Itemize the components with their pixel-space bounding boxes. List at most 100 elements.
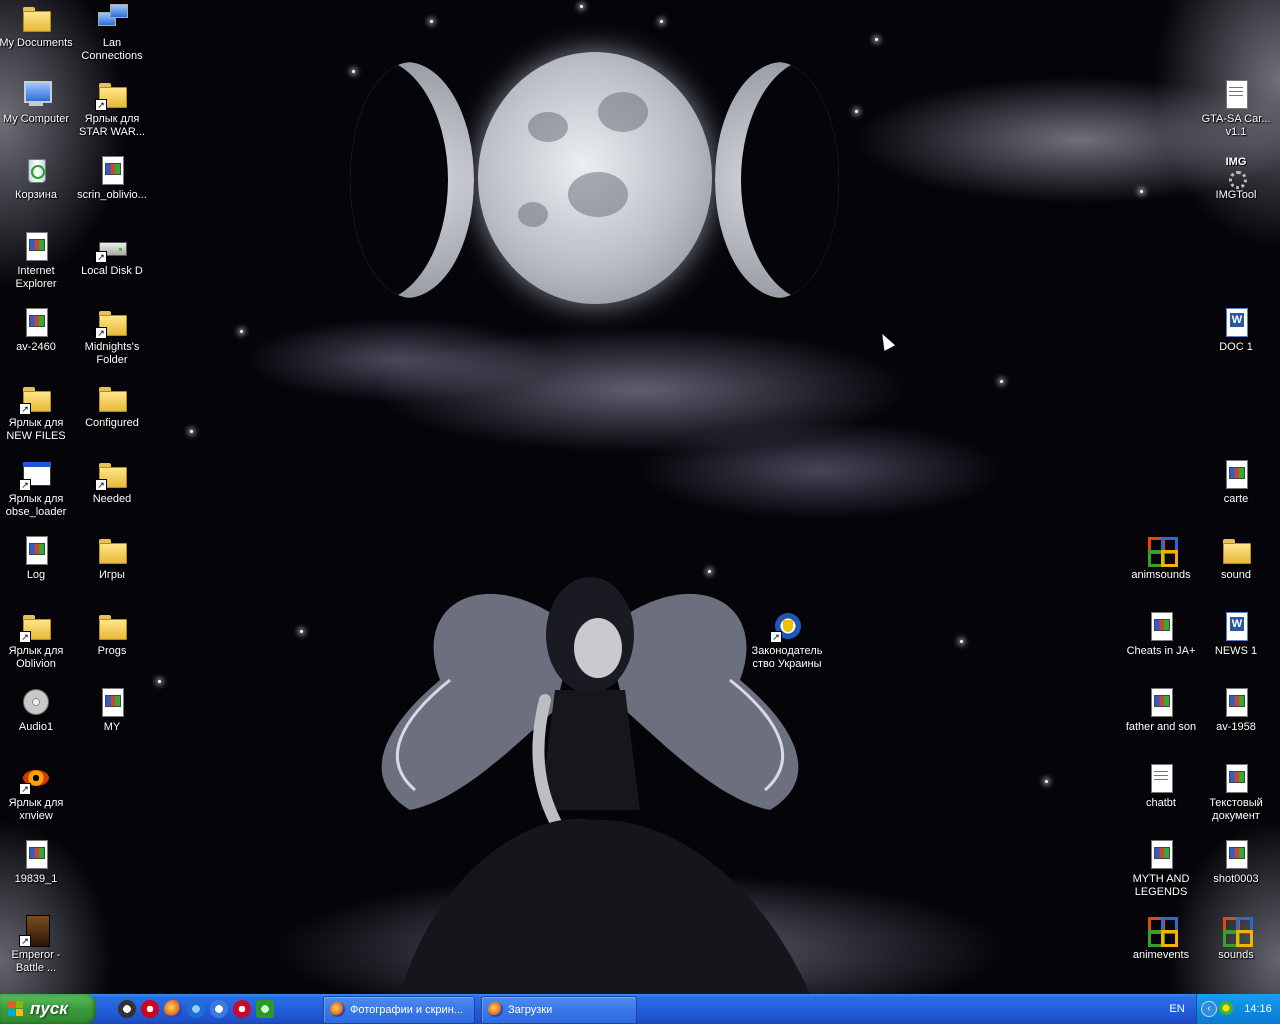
moon-crater: [568, 172, 628, 217]
icon-label: Игры: [99, 569, 125, 581]
opera-icon[interactable]: [141, 1000, 159, 1018]
icon-label: DOC 1: [1219, 341, 1253, 353]
folder-icon: [20, 2, 52, 34]
desktop-icon-local-disk-d[interactable]: ↗ Local Disk D: [75, 230, 149, 278]
folder-shortcut-icon: ↗: [95, 458, 128, 491]
office-document-icon: [1145, 914, 1178, 947]
firefox-icon: [488, 1002, 503, 1017]
star: [300, 630, 303, 633]
icon-label: sound: [1221, 569, 1251, 581]
icon-label: sounds: [1218, 949, 1254, 961]
language-indicator[interactable]: EN: [1162, 994, 1192, 1024]
icon-label: Ярлык для NEW FILES: [6, 417, 66, 442]
star: [855, 110, 858, 113]
xnview-icon: ↗: [19, 762, 52, 795]
desktop-icon-xnview-shortcut[interactable]: ↗ Ярлык для xnview: [0, 762, 73, 823]
desktop-icon-log[interactable]: Log: [0, 534, 73, 582]
show-hidden-icons-button[interactable]: ‹: [1201, 1001, 1217, 1017]
desktop-icon-av-2460[interactable]: av-2460: [0, 306, 73, 354]
desktop-icon-cheats-in-ja[interactable]: Cheats in JA+: [1124, 610, 1198, 658]
desktop-icon-sounds[interactable]: sounds: [1199, 914, 1273, 962]
desktop-icon-animevents[interactable]: animevents: [1124, 914, 1198, 962]
desktop-icon-myth-and-legends[interactable]: MYTH AND LEGENDS: [1124, 838, 1198, 899]
email-icon[interactable]: [210, 1000, 228, 1018]
desktop-icon-ukraine-legislation[interactable]: ↗ Законодательство Украины: [750, 610, 824, 671]
desktop-icon-sound[interactable]: sound: [1199, 534, 1273, 582]
image-file-icon: [20, 534, 52, 566]
icon-label: Configured: [85, 417, 139, 429]
image-file-icon: [1220, 458, 1252, 490]
desktop-icon-father-and-son[interactable]: father and son: [1124, 686, 1198, 734]
desktop-icon-my-computer[interactable]: My Computer: [0, 78, 73, 126]
desktop-icon-doc-1[interactable]: W DOC 1: [1199, 306, 1273, 354]
desktop-icon-gta-sa-car[interactable]: GTA-SA Car... v1.1: [1199, 78, 1273, 139]
desktop-icon-star-wars-shortcut[interactable]: ↗ Ярлык для STAR WAR...: [75, 78, 149, 139]
taskbar: пуск » Фотографии и скрин... Загрузки EN…: [0, 994, 1280, 1024]
icon-label: Emperor - Battle ...: [11, 949, 61, 974]
opera-mini-icon[interactable]: [233, 1000, 251, 1018]
star: [1045, 780, 1048, 783]
desktop-icon-shot0003[interactable]: shot0003: [1199, 838, 1273, 886]
image-file-icon: [1145, 610, 1177, 642]
image-file-icon: [96, 154, 128, 186]
desktop-icon-chatbt[interactable]: chatbt: [1124, 762, 1198, 810]
desktop-icon-emperor-battle[interactable]: ↗ Emperor - Battle ...: [0, 914, 73, 975]
desktop-icon-av-1958[interactable]: av-1958: [1199, 686, 1273, 734]
star: [660, 20, 663, 23]
icon-label: Ярлык для Oblivion: [8, 645, 64, 670]
desktop-icon-configured[interactable]: Configured: [75, 382, 149, 430]
desktop-icon-needed[interactable]: ↗ Needed: [75, 458, 149, 506]
desktop-icon-oblivion-shortcut[interactable]: ↗ Ярлык для Oblivion: [0, 610, 73, 671]
computer-icon: [20, 78, 52, 110]
desktop-icon-obse-loader-shortcut[interactable]: ↗ Ярлык для obse_loader: [0, 458, 73, 519]
image-file-icon: [20, 306, 52, 338]
star: [430, 20, 433, 23]
desktop-icon-progs[interactable]: Progs: [75, 610, 149, 658]
word-document-icon: W: [1220, 306, 1252, 338]
start-button[interactable]: пуск: [0, 994, 96, 1024]
desktop-icon-recycle-bin[interactable]: Корзина: [0, 154, 73, 202]
desktop-icon-animsounds[interactable]: animsounds: [1124, 534, 1198, 582]
icon-label: scrin_oblivio...: [77, 189, 147, 201]
desktop-icon-my[interactable]: MY: [75, 686, 149, 734]
desktop-icon-audio1[interactable]: Audio1: [0, 686, 73, 734]
icon-label: NEWS 1: [1214, 645, 1258, 657]
desktop-icon-midnights-folder[interactable]: ↗ Midnights's Folder: [75, 306, 149, 367]
desktop-icon-scrin-oblivion[interactable]: scrin_oblivio...: [75, 154, 149, 202]
desktop-icon-internet-explorer[interactable]: Internet Explorer: [0, 230, 73, 291]
image-file-icon: [1220, 838, 1252, 870]
star: [1000, 380, 1003, 383]
moon-crater: [598, 92, 648, 132]
word-document-icon: W: [1220, 610, 1252, 642]
clock[interactable]: 14:16: [1237, 994, 1279, 1024]
desktop-icon-lan-connections[interactable]: Lan Connections: [75, 2, 149, 63]
icon-label: Lan Connections: [81, 37, 143, 62]
audio-cd-icon: [20, 686, 52, 718]
taskbar-button-photos[interactable]: Фотографии и скрин...: [323, 996, 475, 1024]
desktop-icon-19839-1[interactable]: 19839_1: [0, 838, 73, 886]
ie-icon[interactable]: [187, 1000, 205, 1018]
media-player-icon[interactable]: [118, 1000, 136, 1018]
desktop-icon-new-files-shortcut[interactable]: ↗ Ярлык для NEW FILES: [0, 382, 73, 443]
network-icon[interactable]: [256, 1000, 274, 1018]
folder-shortcut-icon: ↗: [19, 610, 52, 643]
desktop-icon-my-documents[interactable]: My Documents: [0, 2, 73, 50]
application-window-icon: ↗: [19, 458, 52, 491]
desktop-icon-news-1[interactable]: W NEWS 1: [1199, 610, 1273, 658]
icon-label: Ярлык для obse_loader: [5, 493, 67, 518]
game-box-icon: ↗: [19, 914, 52, 947]
task-label: Фотографии и скрин...: [350, 1004, 463, 1016]
desktop-icon-carte[interactable]: carte: [1199, 458, 1273, 506]
icon-label: IMGTool: [1215, 189, 1257, 201]
desktop-icon-text-document[interactable]: Текстовый документ: [1199, 762, 1273, 823]
star: [190, 430, 193, 433]
icon-label: carte: [1223, 493, 1249, 505]
firefox-icon[interactable]: [164, 1000, 182, 1018]
desktop-icon-games[interactable]: Игры: [75, 534, 149, 582]
taskbar-button-downloads[interactable]: Загрузки: [481, 996, 637, 1024]
desktop-icon-imgtool[interactable]: IMG IMGTool: [1199, 154, 1273, 202]
tray-app-icon[interactable]: [1219, 1001, 1233, 1015]
imgtool-icon: IMG: [1220, 154, 1252, 189]
desktop[interactable]: My Documents Lan Connections My Computer…: [0, 0, 1280, 994]
icon-label: Local Disk D: [81, 265, 143, 277]
